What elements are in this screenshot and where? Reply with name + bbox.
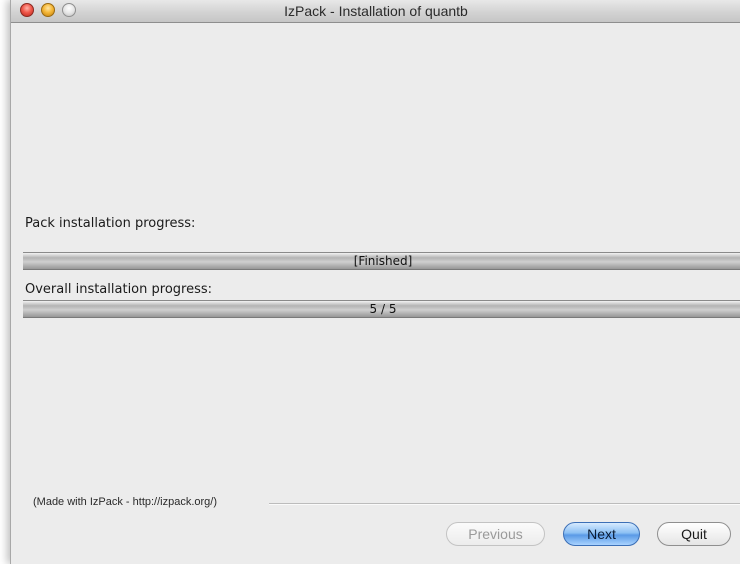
overall-progress-bar: 5 / 5 [23,300,740,318]
izpack-credit: (Made with IzPack - http://izpack.org/) [33,496,218,508]
footer-divider [269,503,740,505]
pack-progress-label: Pack installation progress: [25,216,196,231]
installer-window: IzPack - Installation of quantb Pack ins… [10,0,740,564]
title-bar[interactable]: IzPack - Installation of quantb [11,0,740,23]
previous-button[interactable]: Previous [446,522,545,546]
quit-button[interactable]: Quit [657,522,731,546]
next-button[interactable]: Next [563,522,640,546]
overall-progress-label: Overall installation progress: [25,282,213,297]
pack-progress-bar: [Finished] [23,252,740,270]
overall-progress-status: 5 / 5 [369,302,397,316]
window-title: IzPack - Installation of quantb [284,3,468,19]
pack-progress-status: [Finished] [353,254,413,268]
